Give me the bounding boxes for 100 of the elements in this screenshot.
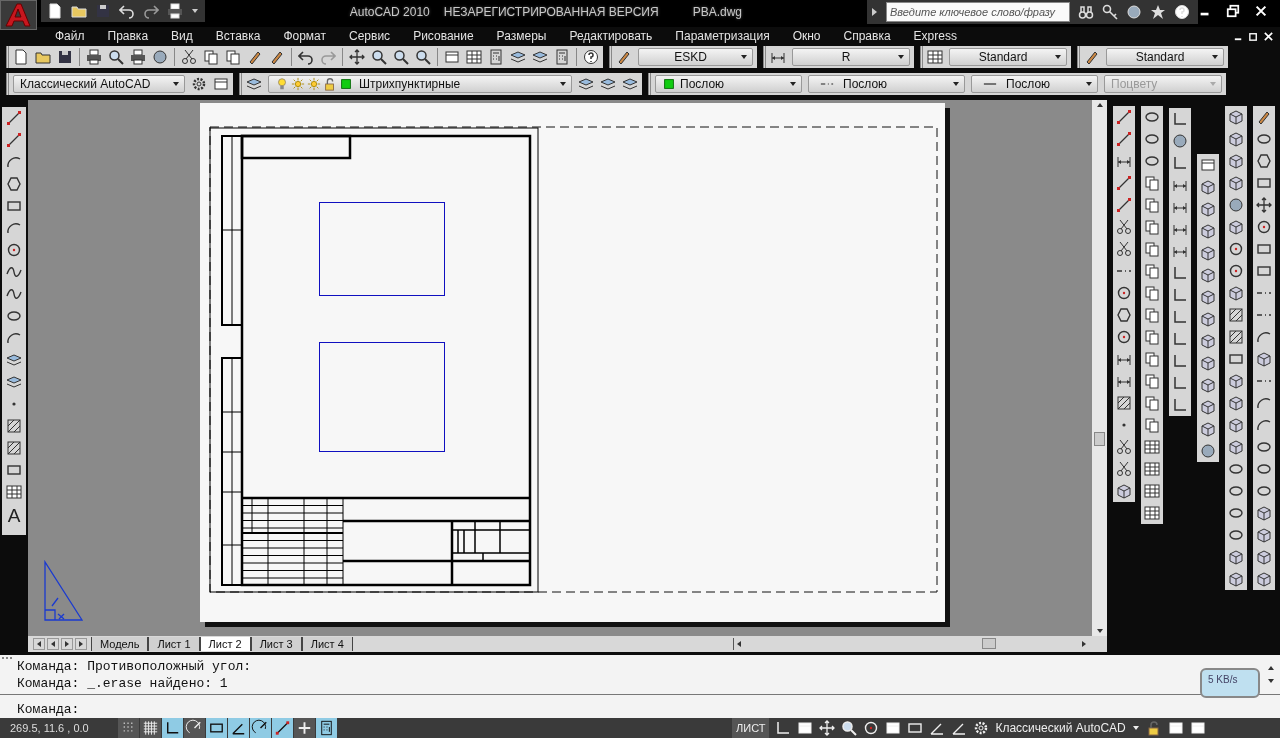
cube-icon[interactable] — [1200, 421, 1216, 437]
curve-icon[interactable] — [6, 286, 22, 302]
scissors-icon[interactable] — [1116, 439, 1132, 455]
move-icon[interactable] — [1256, 197, 1272, 213]
caret-icon[interactable] — [897, 53, 905, 61]
command-prompt[interactable]: Команда: — [17, 702, 80, 717]
previous-tab-icon[interactable] — [33, 638, 45, 650]
copy-icon[interactable] — [1144, 241, 1160, 257]
window-icon[interactable] — [1200, 157, 1216, 173]
menu-item[interactable]: Вид — [171, 29, 193, 43]
window-icon[interactable] — [1189, 720, 1206, 736]
save-icon[interactable] — [94, 3, 111, 19]
copy-icon[interactable] — [1144, 395, 1160, 411]
cube-icon[interactable] — [1116, 483, 1132, 499]
previous-tab-icon[interactable] — [47, 638, 59, 650]
right-angle-icon[interactable] — [1172, 265, 1188, 281]
right-angle-icon[interactable] — [1172, 397, 1188, 413]
sphere-icon[interactable] — [1200, 443, 1216, 459]
arc-icon[interactable] — [6, 154, 22, 170]
table-icon[interactable] — [1144, 505, 1160, 521]
application-menu-button[interactable] — [0, 0, 37, 30]
hexagon-icon[interactable] — [1256, 153, 1272, 169]
zoom-icon[interactable] — [841, 720, 858, 736]
copy-icon[interactable] — [1144, 351, 1160, 367]
cube-icon[interactable] — [1228, 153, 1244, 169]
ellipse-icon[interactable] — [1228, 527, 1244, 543]
help-icon[interactable] — [583, 49, 599, 65]
restore-icon[interactable] — [1226, 4, 1240, 18]
ellipse-icon[interactable] — [1144, 131, 1160, 147]
circle-icon[interactable] — [1228, 263, 1244, 279]
gear-icon[interactable] — [973, 720, 990, 736]
rectangle-icon[interactable] — [1256, 241, 1272, 257]
rectangle-icon[interactable] — [6, 198, 22, 214]
cube-icon[interactable] — [1228, 439, 1244, 455]
hatch-icon[interactable] — [1228, 329, 1244, 345]
zoom-icon[interactable] — [415, 49, 431, 65]
arc-icon[interactable] — [1256, 417, 1272, 433]
brush-icon[interactable] — [616, 49, 632, 65]
padlock-icon[interactable] — [1145, 720, 1162, 736]
rectangle-icon[interactable] — [1256, 175, 1272, 191]
sphere-icon[interactable] — [1172, 133, 1188, 149]
caret-icon[interactable] — [1054, 53, 1062, 61]
layout-tab[interactable]: Модель — [91, 637, 149, 651]
cube-icon[interactable] — [1228, 175, 1244, 191]
table-icon[interactable] — [1144, 439, 1160, 455]
scissors-icon[interactable] — [1116, 241, 1132, 257]
menu-item[interactable]: Справка — [843, 29, 891, 43]
arc-icon[interactable] — [1256, 395, 1272, 411]
ellipse-icon[interactable] — [1256, 461, 1272, 477]
rectangle-icon[interactable] — [907, 720, 924, 736]
ellipse-icon[interactable] — [1256, 439, 1272, 455]
arc-icon[interactable] — [6, 220, 22, 236]
menu-item[interactable]: Параметризация — [675, 29, 770, 43]
line-icon[interactable] — [1116, 131, 1132, 147]
arc-icon[interactable] — [6, 330, 22, 346]
printer-icon[interactable] — [86, 49, 102, 65]
menu-item[interactable]: Правка — [107, 29, 149, 43]
color-swatch-icon[interactable] — [339, 77, 353, 91]
undo-icon[interactable] — [298, 49, 314, 65]
hexagon-icon[interactable] — [6, 176, 22, 192]
workspace-switch-button[interactable]: Классический AutoCAD — [995, 721, 1126, 735]
polar-toggle[interactable] — [184, 718, 205, 738]
window-icon[interactable] — [444, 49, 460, 65]
line-icon[interactable] — [6, 110, 22, 126]
copy-icon[interactable] — [203, 49, 219, 65]
expand-arrow-icon[interactable] — [870, 7, 878, 17]
ellipse-icon[interactable] — [1144, 109, 1160, 125]
right-angle-icon[interactable] — [775, 720, 792, 736]
rectangle-icon[interactable] — [6, 462, 22, 478]
zoom-icon[interactable] — [108, 49, 124, 65]
printer-icon[interactable] — [130, 49, 146, 65]
grid-toggle[interactable] — [140, 718, 161, 738]
ellipse-icon[interactable] — [1256, 131, 1272, 147]
scissors-icon[interactable] — [1116, 461, 1132, 477]
caret-icon[interactable] — [559, 80, 567, 88]
cube-icon[interactable] — [1200, 201, 1216, 217]
caret-icon[interactable] — [740, 53, 748, 61]
cube-icon[interactable] — [1256, 527, 1272, 543]
cube-icon[interactable] — [1228, 417, 1244, 433]
menu-item[interactable]: Сервис — [349, 29, 391, 43]
scroll-thumb[interactable] — [1094, 432, 1105, 446]
layout-tab[interactable]: Лист 1 — [148, 637, 200, 651]
bulb-icon[interactable] — [275, 77, 289, 91]
caret-icon[interactable] — [1211, 53, 1219, 61]
hatch-icon[interactable] — [1228, 307, 1244, 323]
cube-icon[interactable] — [1200, 377, 1216, 393]
menu-item[interactable]: Рисование — [413, 29, 474, 43]
circle-icon[interactable] — [6, 242, 22, 258]
line-icon[interactable] — [1116, 197, 1132, 213]
cube-icon[interactable] — [1200, 289, 1216, 305]
cube-icon[interactable] — [1228, 219, 1244, 235]
menu-item[interactable]: Редактировать — [569, 29, 653, 43]
caret-icon[interactable] — [190, 7, 199, 15]
next-tab-icon[interactable] — [75, 638, 87, 650]
cube-icon[interactable] — [1256, 571, 1272, 587]
circle-icon[interactable] — [1256, 219, 1272, 235]
close-icon[interactable] — [1254, 4, 1268, 18]
layout-tab[interactable]: Лист 3 — [250, 637, 302, 651]
next-tab-icon[interactable] — [61, 638, 73, 650]
copy-icon[interactable] — [1144, 263, 1160, 279]
